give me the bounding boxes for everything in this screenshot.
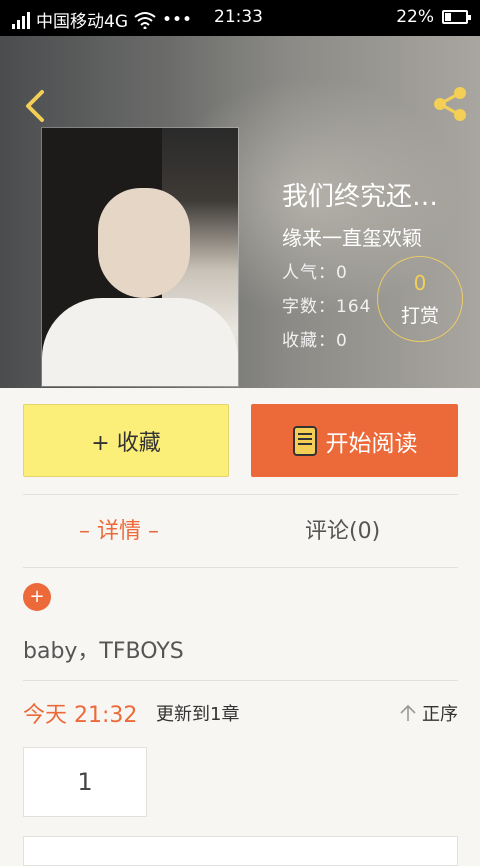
arrow-up-icon [400,704,416,721]
back-icon[interactable] [18,86,52,126]
update-info: 更新到1章 [156,704,240,725]
start-reading-button[interactable]: 开始阅读 [251,404,458,477]
collect-label: + 收藏 [91,430,161,456]
update-time: 今天 21:32 [23,703,138,728]
tab-comments[interactable]: 评论(0) [305,513,380,545]
battery-icon [442,10,471,24]
tip-button[interactable]: 0 打赏 [377,256,463,342]
chapter-item[interactable]: 1 [23,747,147,817]
book-author[interactable]: 缘来一直玺欢颖 [282,222,422,251]
book-icon [292,425,317,456]
clock: 21:33 [214,7,263,27]
popularity-label: 人气： [282,263,336,283]
book-tags: baby，TFBOYS [23,639,184,664]
tab-detail[interactable]: – 详情 – [79,513,159,545]
divider [23,680,458,681]
words-label: 字数： [282,297,336,317]
carrier-label: 中国移动4G [36,12,128,32]
stat-words: 字数：164 [282,292,371,317]
book-header: 我们终究还… 缘来一直玺欢颖 人气：0 字数：164 收藏：0 0 打赏 [0,36,480,388]
add-tag-button[interactable]: + [23,583,51,611]
tip-count: 0 [413,271,427,295]
stat-popularity: 人气：0 [282,258,348,283]
wifi-icon [134,11,156,29]
status-bar: 中国移动4G ••• 21:33 22% [0,0,480,36]
favorites-label: 收藏： [282,331,336,351]
bottom-panel [23,836,458,866]
tip-label: 打赏 [400,305,439,327]
favorites-value: 0 [336,331,348,351]
notification-dots: ••• [162,9,193,30]
sort-order-label: 正序 [422,704,458,725]
stat-favorites: 收藏：0 [282,326,348,351]
words-value: 164 [336,297,372,317]
sort-order-toggle[interactable]: 正序 [398,700,458,726]
tab-bar: – 详情 – 评论(0) [23,494,458,568]
collect-button[interactable]: + 收藏 [23,404,229,477]
popularity-value: 0 [336,263,348,283]
signal-icon [12,11,30,29]
chapter-number: 1 [77,768,93,796]
book-title: 我们终究还… [282,182,439,212]
share-icon[interactable] [430,84,470,124]
start-reading-label: 开始阅读 [325,430,418,457]
book-cover-image [42,128,238,386]
battery-percent: 22% [396,7,434,27]
